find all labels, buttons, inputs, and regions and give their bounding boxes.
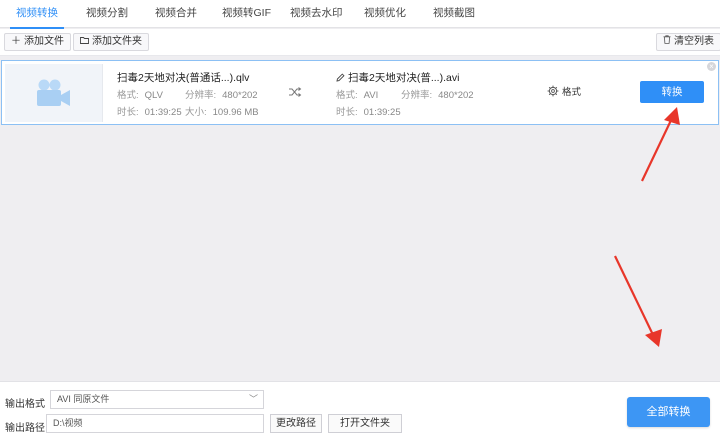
output-path-value: D:\视频: [53, 418, 83, 428]
format-settings-label: 格式: [562, 87, 582, 98]
tab-bar: 视频转换 视频分割 视频合并 视频转GIF 视频去水印 视频优化 视频截图: [0, 0, 720, 29]
tab-video-split[interactable]: 视频分割: [86, 0, 128, 28]
source-resolution: 分辨率: 480*202: [185, 90, 258, 101]
folder-icon: [80, 34, 89, 50]
source-file-name: 扫毒2天地对决(普通话...).qlv: [117, 72, 250, 84]
open-folder-button[interactable]: 打开文件夹: [328, 414, 402, 433]
output-format-label: 输出格式: [5, 399, 45, 410]
edit-pencil-icon[interactable]: [336, 73, 345, 82]
chevron-down-icon: ﹀: [248, 394, 258, 404]
add-folder-button[interactable]: 添加文件夹: [73, 33, 149, 51]
source-duration: 时长: 01:39:25: [117, 107, 182, 118]
tab-video-optimize[interactable]: 视频优化: [364, 0, 406, 28]
convert-all-button[interactable]: 全部转换: [627, 397, 710, 427]
tab-video-convert[interactable]: 视频转换: [10, 0, 64, 29]
source-size: 大小: 109.96 MB: [185, 107, 259, 118]
change-path-button[interactable]: 更改路径: [270, 414, 322, 433]
add-file-button[interactable]: ＋添加文件: [4, 33, 71, 51]
shuffle-icon: [289, 87, 302, 97]
tab-video-merge[interactable]: 视频合并: [155, 0, 197, 28]
output-format: 格式: AVI: [336, 90, 379, 101]
remove-item-close-icon[interactable]: ×: [707, 62, 716, 71]
output-path-input[interactable]: D:\视频: [46, 414, 264, 433]
output-file-name: 扫毒2天地对决(普...).avi: [348, 72, 460, 84]
plus-icon: ＋: [11, 36, 21, 47]
video-camera-icon: [37, 79, 70, 106]
tab-video-screenshot[interactable]: 视频截图: [433, 0, 475, 28]
convert-button[interactable]: 转换: [640, 81, 704, 103]
output-path-label: 输出路径: [5, 423, 45, 434]
toolbar: ＋添加文件 添加文件夹 清空列表: [0, 29, 720, 56]
clear-list-button[interactable]: 清空列表: [656, 33, 720, 51]
output-resolution: 分辨率: 480*202: [401, 90, 474, 101]
output-format-select[interactable]: AVI 同原文件 ﹀: [50, 390, 264, 409]
clear-list-label: 清空列表: [674, 36, 714, 47]
arrow-to-convert-all-icon: [614, 255, 662, 347]
output-format-value: AVI 同原文件: [57, 394, 110, 404]
tab-video-to-gif[interactable]: 视频转GIF: [222, 0, 271, 28]
output-file-name-row[interactable]: 扫毒2天地对决(普...).avi: [336, 70, 459, 85]
gear-icon: [547, 85, 559, 97]
source-format: 格式: QLV: [117, 90, 163, 101]
tab-remove-watermark[interactable]: 视频去水印: [290, 0, 343, 28]
add-file-label: 添加文件: [24, 36, 64, 47]
video-thumbnail: [5, 64, 103, 122]
add-folder-label: 添加文件夹: [92, 36, 142, 47]
output-duration: 时长: 01:39:25: [336, 107, 401, 118]
trash-icon: [663, 34, 671, 50]
format-settings-button[interactable]: 格式: [547, 84, 581, 98]
